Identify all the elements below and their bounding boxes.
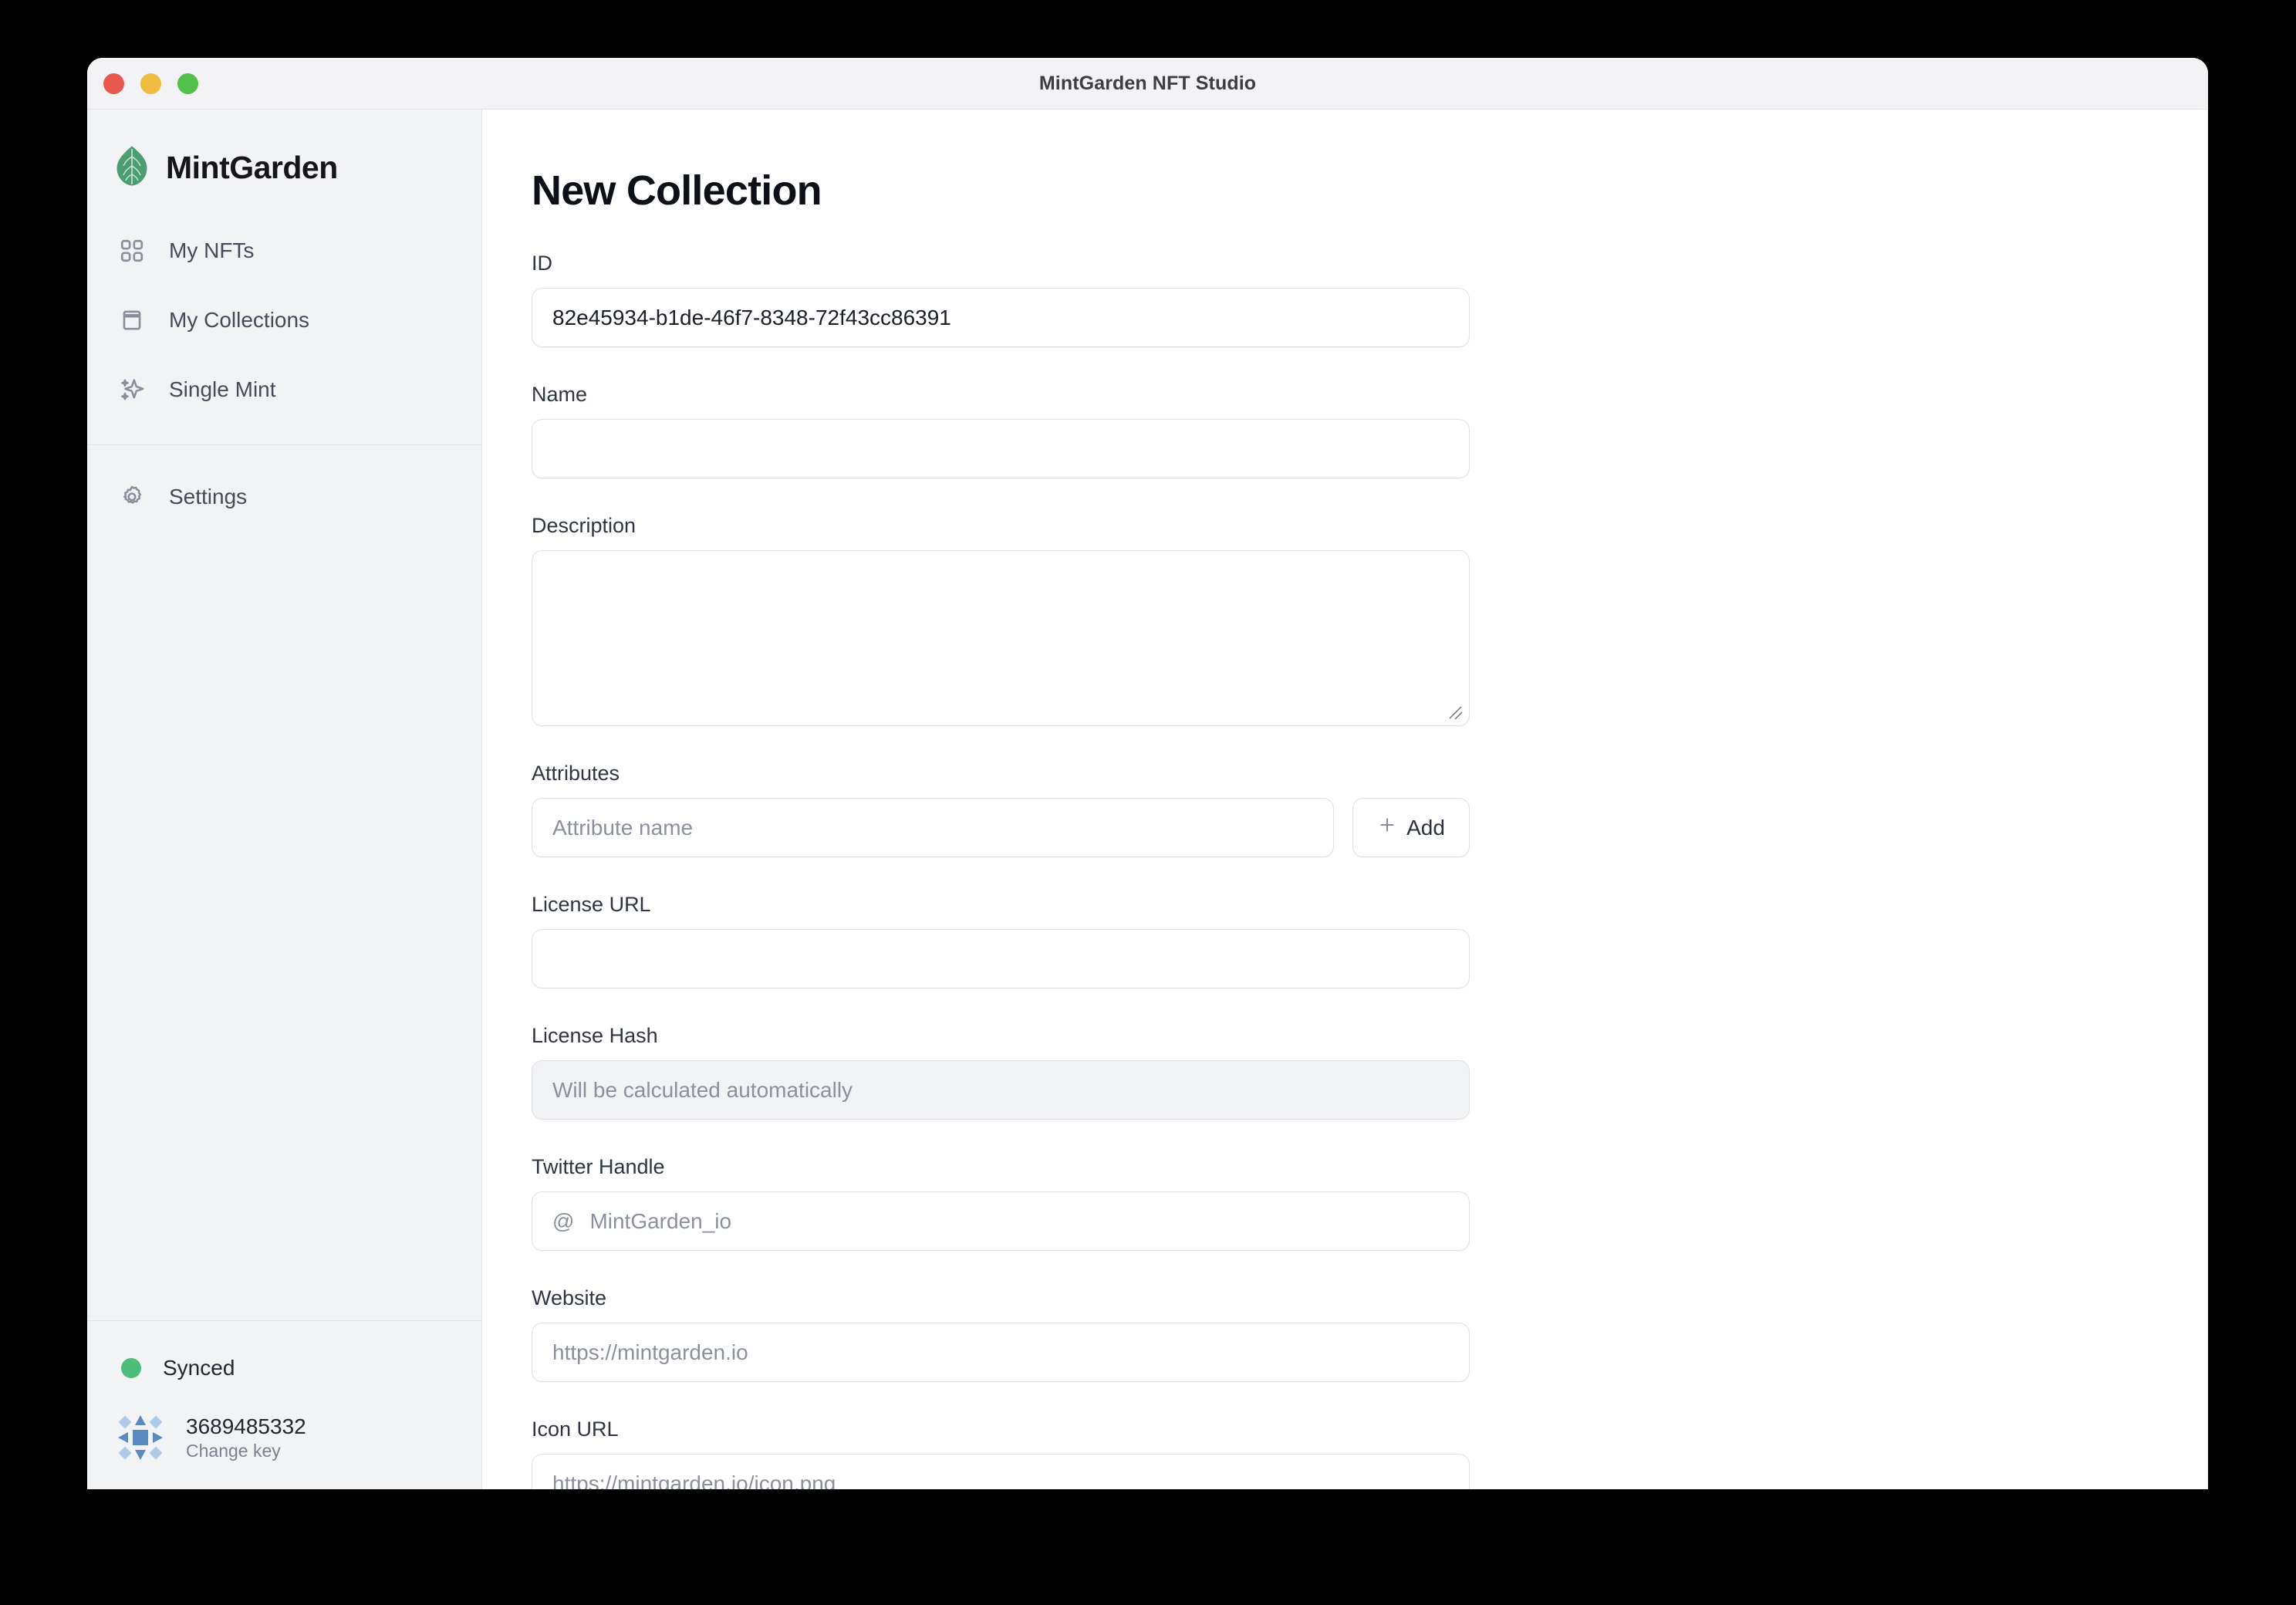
sidebar-item-settings[interactable]: Settings — [87, 462, 481, 532]
attribute-name-input[interactable] — [532, 798, 1334, 857]
grid-squares-icon — [116, 235, 147, 266]
minimize-window-button[interactable] — [140, 73, 161, 94]
sidebar-item-my-collections[interactable]: My Collections — [87, 286, 481, 355]
license-url-input[interactable] — [532, 929, 1470, 988]
gear-icon — [116, 482, 147, 512]
field-twitter-handle: Twitter Handle @ — [532, 1155, 1470, 1251]
field-label-license-url: License URL — [532, 893, 1470, 917]
sidebar-item-label: My Collections — [169, 308, 309, 333]
field-attributes: Attributes Add — [532, 762, 1470, 857]
mint-leaf-icon — [115, 146, 149, 190]
field-label-attributes: Attributes — [532, 762, 1470, 786]
sidebar-spacer — [87, 532, 481, 1320]
at-symbol-icon: @ — [552, 1209, 574, 1234]
change-key-link[interactable]: Change key — [186, 1441, 306, 1461]
field-label-name: Name — [532, 383, 1470, 407]
website-input[interactable] — [532, 1323, 1470, 1382]
archive-box-icon — [116, 305, 147, 336]
field-license-hash: License Hash — [532, 1024, 1470, 1120]
id-input[interactable] — [532, 288, 1470, 347]
twitter-handle-wrap[interactable]: @ — [532, 1191, 1470, 1251]
twitter-handle-input[interactable] — [589, 1209, 1449, 1234]
brand-logo: MintGarden — [87, 110, 481, 196]
key-meta: 3689485332 Change key — [186, 1414, 306, 1461]
field-description: Description — [532, 514, 1470, 726]
field-label-license-hash: License Hash — [532, 1024, 1470, 1048]
name-input[interactable] — [532, 419, 1470, 478]
field-id: ID — [532, 252, 1470, 347]
attributes-row: Add — [532, 798, 1470, 857]
field-label-id: ID — [532, 252, 1470, 275]
key-identicon — [115, 1412, 166, 1463]
add-attribute-button[interactable]: Add — [1352, 798, 1470, 857]
field-label-icon-url: Icon URL — [532, 1417, 1470, 1441]
field-license-url: License URL — [532, 893, 1470, 988]
sidebar-item-label: Settings — [169, 485, 247, 509]
description-wrap — [532, 550, 1470, 726]
close-window-button[interactable] — [103, 73, 124, 94]
sidebar-footer: Synced — [87, 1320, 481, 1489]
active-key[interactable]: 3689485332 Change key — [87, 1412, 481, 1463]
sidebar-secondary-nav: Settings — [87, 445, 481, 532]
application-window: MintGarden NFT Studio MintGarden — [87, 58, 2208, 1489]
sync-status: Synced — [87, 1344, 481, 1392]
field-name: Name — [532, 383, 1470, 478]
icon-url-input[interactable] — [532, 1454, 1470, 1489]
sidebar-item-my-nfts[interactable]: My NFTs — [87, 216, 481, 286]
plus-icon — [1377, 815, 1397, 840]
sparkles-icon — [116, 374, 147, 405]
sidebar-item-label: Single Mint — [169, 377, 276, 402]
window-controls — [103, 73, 198, 94]
field-label-twitter-handle: Twitter Handle — [532, 1155, 1470, 1179]
maximize-window-button[interactable] — [177, 73, 198, 94]
field-website: Website — [532, 1286, 1470, 1382]
sidebar: MintGarden My NFTs — [87, 110, 482, 1489]
key-id-label: 3689485332 — [186, 1414, 306, 1439]
add-attribute-label: Add — [1406, 816, 1445, 840]
brand-name: MintGarden — [166, 150, 338, 186]
field-label-description: Description — [532, 514, 1470, 538]
window-title: MintGarden NFT Studio — [87, 73, 2208, 95]
page-title: New Collection — [532, 167, 2208, 215]
field-icon-url: Icon URL — [532, 1417, 1470, 1489]
main-content: New Collection ID Name Description — [482, 110, 2208, 1489]
status-label: Synced — [163, 1356, 235, 1380]
sidebar-item-label: My NFTs — [169, 238, 254, 263]
status-dot-icon — [121, 1358, 141, 1378]
sidebar-primary-nav: My NFTs My Collections — [87, 196, 481, 424]
description-textarea[interactable] — [532, 550, 1470, 726]
license-hash-input — [532, 1060, 1470, 1120]
collection-form: New Collection ID Name Description — [482, 110, 2208, 1489]
field-label-website: Website — [532, 1286, 1470, 1310]
window-body: MintGarden My NFTs — [87, 110, 2208, 1489]
window-titlebar: MintGarden NFT Studio — [87, 58, 2208, 110]
sidebar-item-single-mint[interactable]: Single Mint — [87, 355, 481, 424]
